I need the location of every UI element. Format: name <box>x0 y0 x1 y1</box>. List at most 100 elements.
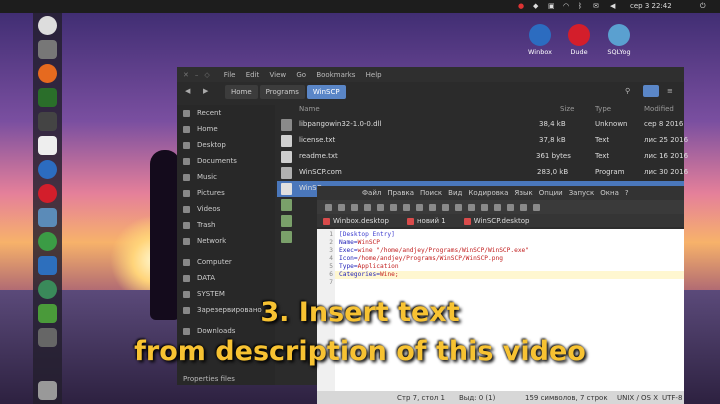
breadcrumb-programs[interactable]: Programs <box>259 85 305 99</box>
app-icon-2[interactable] <box>38 208 57 227</box>
editor-toolbar <box>317 200 684 214</box>
menu-icon[interactable]: ≡ <box>667 87 673 95</box>
dropbox-indicator-icon[interactable]: ● <box>518 2 524 10</box>
menu-view[interactable]: Вид <box>448 189 462 197</box>
search-icon[interactable]: ⚲ <box>625 87 630 95</box>
trash-icon[interactable] <box>38 381 57 400</box>
undo-icon[interactable] <box>442 203 449 211</box>
files-launcher-icon[interactable] <box>38 40 57 59</box>
text-editor-icon[interactable] <box>38 136 57 155</box>
word-wrap-icon[interactable] <box>520 203 527 211</box>
menu-search[interactable]: Поиск <box>420 189 442 197</box>
dude-launcher-icon[interactable] <box>38 184 57 203</box>
chrome-icon[interactable] <box>38 232 57 251</box>
forward-arrow-icon[interactable]: ▶ <box>203 87 208 95</box>
column-type[interactable]: Type <box>595 105 611 113</box>
vscode-icon[interactable] <box>38 256 57 275</box>
sidebar-item-recent[interactable]: Recent <box>177 105 275 121</box>
window-minimize-icon[interactable]: – <box>195 71 199 79</box>
menu-file[interactable]: Файл <box>362 189 381 197</box>
zoom-out-icon[interactable] <box>507 203 514 211</box>
file-row[interactable]: libpangowin32-1.0-0.dll 38,4 kB Unknown … <box>277 117 684 133</box>
sidebar-item-trash[interactable]: Trash <box>177 217 275 233</box>
open-file-icon[interactable] <box>338 203 345 211</box>
document-stats: 159 символов, 7 строк <box>525 394 608 402</box>
menu-go[interactable]: Go <box>296 71 306 79</box>
file-row[interactable]: readme.txt 361 bytes Text лис 16 2016 <box>277 149 688 165</box>
print-icon[interactable] <box>390 203 397 211</box>
menu-language[interactable]: Язык <box>514 189 532 197</box>
sidebar-item-network[interactable]: Network <box>177 233 275 249</box>
window-maximize-icon[interactable]: ◇ <box>204 71 209 79</box>
caption-line-2: from description of this video <box>134 336 586 367</box>
list-view-icon[interactable] <box>643 85 659 97</box>
sidebar-item-pictures[interactable]: Pictures <box>177 185 275 201</box>
cut-icon[interactable] <box>403 203 410 211</box>
code-line: [Desktop Entry] <box>339 231 395 238</box>
close-icon[interactable] <box>377 203 384 211</box>
sidebar-item-desktop[interactable]: Desktop <box>177 137 275 153</box>
zoom-in-icon[interactable] <box>494 203 501 211</box>
fm-menu: File Edit View Go Bookmarks Help <box>224 71 390 79</box>
power-icon[interactable]: ⏻ <box>700 2 706 11</box>
firefox-icon[interactable] <box>38 64 57 83</box>
back-arrow-icon[interactable]: ◀ <box>185 87 190 95</box>
file-row[interactable]: WinSCP.com 283,0 kB Program лис 30 2016 <box>277 165 688 181</box>
desktop-icon-winbox[interactable]: Winbox <box>520 24 560 56</box>
tab-winscp-desktop[interactable]: WinSCP.desktop <box>463 217 529 225</box>
menu-run[interactable]: Запуск <box>569 189 595 197</box>
desktop-icon-dude[interactable]: Dude <box>559 24 599 56</box>
menu-bookmarks[interactable]: Bookmarks <box>316 71 355 79</box>
copy-icon[interactable] <box>416 203 423 211</box>
column-size[interactable]: Size <box>560 105 574 113</box>
breadcrumb-winscp[interactable]: WinSCP <box>306 85 346 99</box>
image-file-icon <box>281 199 292 211</box>
menu-options[interactable]: Опции <box>539 189 563 197</box>
winbox-launcher-icon[interactable] <box>38 160 57 179</box>
show-all-chars-icon[interactable] <box>533 203 540 211</box>
file-row[interactable]: license.txt 37,8 kB Text лис 25 2016 <box>277 133 688 149</box>
network-icon[interactable]: ◆ <box>533 2 538 10</box>
desktop-icon-sqlyog[interactable]: SQLYog <box>599 24 639 56</box>
find-icon[interactable] <box>468 203 475 211</box>
tab-winbox-desktop[interactable]: Winbox.desktop <box>323 217 389 225</box>
eol-format[interactable]: UNIX / OS X <box>617 394 658 402</box>
redo-icon[interactable] <box>455 203 462 211</box>
menu-edit[interactable]: Правка <box>387 189 414 197</box>
sidebar-item-videos[interactable]: Videos <box>177 201 275 217</box>
column-name[interactable]: Name <box>299 105 320 113</box>
breadcrumb-home[interactable]: Home <box>225 85 258 99</box>
menu-windows[interactable]: Окна <box>600 189 619 197</box>
file-icon <box>281 119 292 131</box>
paste-icon[interactable] <box>429 203 436 211</box>
menu-view[interactable]: View <box>270 71 287 79</box>
tab-new-1[interactable]: новий 1 <box>406 217 446 225</box>
replace-icon[interactable] <box>481 203 488 211</box>
system-monitor-icon[interactable] <box>38 88 57 107</box>
sidebar-item-home[interactable]: Home <box>177 121 275 137</box>
window-close-icon[interactable]: ✕ <box>183 71 189 79</box>
menu-help[interactable]: ? <box>625 189 629 197</box>
menu-edit[interactable]: Edit <box>246 71 260 79</box>
menu-help[interactable]: Help <box>366 71 382 79</box>
save-icon[interactable] <box>351 203 358 211</box>
column-modified[interactable]: Modified <box>644 105 674 113</box>
menu-file[interactable]: File <box>224 71 236 79</box>
sidebar-item-data[interactable]: DATA <box>177 270 275 286</box>
encoding[interactable]: UTF-8 <box>662 394 682 402</box>
bluetooth-icon[interactable]: ᛒ <box>578 2 582 10</box>
sidebar-item-music[interactable]: Music <box>177 169 275 185</box>
volume-icon[interactable]: ◀ <box>610 2 615 10</box>
ubuntu-dash-icon[interactable] <box>38 16 57 35</box>
mail-icon[interactable]: ✉ <box>593 2 599 10</box>
wifi-icon[interactable]: ◠ <box>563 2 569 10</box>
keyboard-layout-icon[interactable]: ▣ <box>548 2 555 10</box>
sidebar-item-computer[interactable]: Computer <box>177 254 275 270</box>
menu-encoding[interactable]: Кодировка <box>468 189 508 197</box>
app-icon[interactable] <box>38 112 57 131</box>
clock[interactable]: сер 3 22:42 <box>630 2 672 10</box>
clock-icon <box>183 110 190 117</box>
new-file-icon[interactable] <box>325 203 332 211</box>
save-all-icon[interactable] <box>364 203 371 211</box>
sidebar-item-documents[interactable]: Documents <box>177 153 275 169</box>
